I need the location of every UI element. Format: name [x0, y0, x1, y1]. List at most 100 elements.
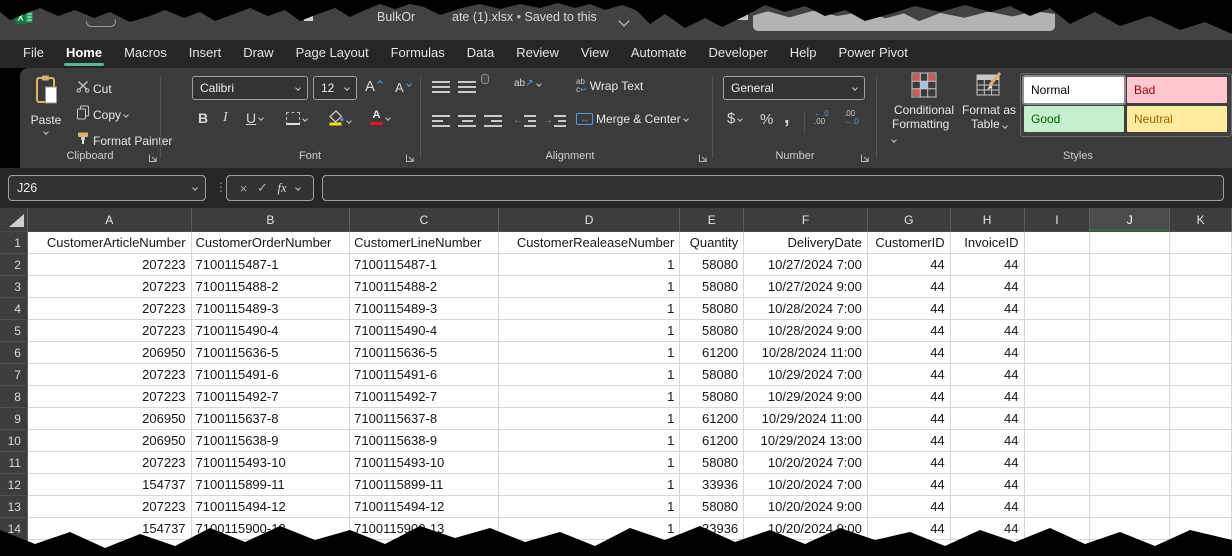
cut-button[interactable]: Cut	[76, 79, 112, 98]
increase-indent-button[interactable]: →	[544, 114, 566, 127]
cell-A14[interactable]: 154737	[28, 518, 192, 540]
cell-I4[interactable]	[1025, 298, 1091, 320]
cell-A4[interactable]: 207223	[28, 298, 192, 320]
cell-G5[interactable]: 44	[868, 320, 951, 342]
column-header-C[interactable]: C	[350, 208, 499, 232]
cell-I6[interactable]	[1025, 342, 1091, 364]
cell-G8[interactable]: 44	[868, 386, 951, 408]
cell-F12[interactable]: 10/20/2024 7:00	[744, 474, 868, 496]
cell-B7[interactable]: 7100115491-6	[192, 364, 351, 386]
cell-G13[interactable]: 44	[868, 496, 951, 518]
insert-function-icon[interactable]: fx	[278, 181, 287, 196]
format-painter-button[interactable]: Format Painter	[76, 131, 172, 150]
cell-A6[interactable]: 206950	[28, 342, 192, 364]
cell-B3[interactable]: 7100115488-2	[192, 276, 351, 298]
cell-G3[interactable]: 44	[868, 276, 951, 298]
cell-I12[interactable]	[1025, 474, 1091, 496]
percent-style-button[interactable]: %	[760, 111, 773, 128]
cell-A2[interactable]: 207223	[28, 254, 192, 276]
cell-F5[interactable]: 10/28/2024 9:00	[744, 320, 868, 342]
cell-J7[interactable]	[1090, 364, 1170, 386]
comma-style-button[interactable]: ,	[784, 106, 790, 129]
cancel-icon[interactable]: ×	[240, 181, 248, 196]
cell-B11[interactable]: 7100115493-10	[192, 452, 351, 474]
cell-H12[interactable]: 44	[951, 474, 1025, 496]
cell-C1[interactable]: CustomerLineNumber	[350, 232, 499, 254]
cell-B2[interactable]: 7100115487-1	[192, 254, 351, 276]
row-header-13[interactable]: 13	[0, 496, 28, 518]
cell-E5[interactable]: 58080	[680, 320, 744, 342]
cell-H7[interactable]: 44	[951, 364, 1025, 386]
tab-developer[interactable]: Developer	[697, 40, 778, 68]
formula-input[interactable]	[322, 175, 1224, 201]
cell-D7[interactable]: 1	[499, 364, 681, 386]
tab-insert[interactable]: Insert	[178, 40, 233, 68]
conditional-formatting-button[interactable]: Conditional Formatting	[892, 72, 956, 145]
cell-G9[interactable]: 44	[868, 408, 951, 430]
cell-H8[interactable]: 44	[951, 386, 1025, 408]
borders-button[interactable]	[286, 112, 307, 125]
column-header-D[interactable]: D	[499, 208, 681, 232]
autosave-toggle-fragment[interactable]	[86, 16, 116, 27]
shrink-font-button[interactable]: A	[395, 80, 411, 95]
cell-C6[interactable]: 7100115636-5	[350, 342, 499, 364]
cell-H9[interactable]: 44	[951, 408, 1025, 430]
cell-E7[interactable]: 58080	[680, 364, 744, 386]
tab-power-pivot[interactable]: Power Pivot	[827, 40, 918, 68]
cell-I5[interactable]	[1025, 320, 1091, 342]
cell-J12[interactable]	[1090, 474, 1170, 496]
paste-button[interactable]: Paste	[26, 74, 66, 154]
tab-automate[interactable]: Automate	[620, 40, 698, 68]
cell-H13[interactable]: 44	[951, 496, 1025, 518]
cell-J8[interactable]	[1090, 386, 1170, 408]
row-header-10[interactable]: 10	[0, 430, 28, 452]
cell-A3[interactable]: 207223	[28, 276, 192, 298]
cell-H3[interactable]: 44	[951, 276, 1025, 298]
italic-button[interactable]: I	[223, 110, 228, 126]
cell-C7[interactable]: 7100115491-6	[350, 364, 499, 386]
fx-chevron-down-icon[interactable]	[295, 185, 301, 191]
accounting-format-button[interactable]: $	[727, 110, 742, 127]
row-header-1[interactable]: 1	[0, 232, 28, 254]
cell-A10[interactable]: 206950	[28, 430, 192, 452]
decrease-decimal-button[interactable]: .00→.0	[844, 110, 859, 126]
cell-J4[interactable]	[1090, 298, 1170, 320]
cell-E8[interactable]: 58080	[680, 386, 744, 408]
cell-C8[interactable]: 7100115492-7	[350, 386, 499, 408]
cell-A13[interactable]: 207223	[28, 496, 192, 518]
column-header-I[interactable]: I	[1025, 208, 1091, 232]
cell-K9[interactable]	[1170, 408, 1232, 430]
cell-A7[interactable]: 207223	[28, 364, 192, 386]
cell-H6[interactable]: 44	[951, 342, 1025, 364]
cell-E12[interactable]: 33936	[680, 474, 744, 496]
row-header-8[interactable]: 8	[0, 386, 28, 408]
cell-D1[interactable]: CustomerRealeaseNumber	[499, 232, 681, 254]
cell-B8[interactable]: 7100115492-7	[192, 386, 351, 408]
format-as-table-button[interactable]: Format as Table	[960, 72, 1018, 131]
cell-K2[interactable]	[1170, 254, 1232, 276]
tab-home[interactable]: Home	[55, 40, 113, 68]
increase-decimal-button[interactable]: ←.0.00	[814, 110, 829, 126]
cell-D13[interactable]: 1	[499, 496, 681, 518]
column-header-J[interactable]: J	[1090, 208, 1170, 232]
cell-A11[interactable]: 207223	[28, 452, 192, 474]
cell-K8[interactable]	[1170, 386, 1232, 408]
cell-F10[interactable]: 10/29/2024 13:00	[744, 430, 868, 452]
cell-F1[interactable]: DeliveryDate	[744, 232, 868, 254]
cell-F9[interactable]: 10/29/2024 11:00	[744, 408, 868, 430]
cell-C13[interactable]: 7100115494-12	[350, 496, 499, 518]
fill-color-button[interactable]	[328, 110, 351, 131]
cell-K10[interactable]	[1170, 430, 1232, 452]
cell-K11[interactable]	[1170, 452, 1232, 474]
cell-G2[interactable]: 44	[868, 254, 951, 276]
underline-button[interactable]: U	[246, 110, 263, 126]
tab-macros[interactable]: Macros	[113, 40, 178, 68]
cell-G1[interactable]: CustomerID	[868, 232, 951, 254]
column-header-A[interactable]: A	[28, 208, 192, 232]
cell-B13[interactable]: 7100115494-12	[192, 496, 351, 518]
cell-D4[interactable]: 1	[499, 298, 681, 320]
cell-E9[interactable]: 61200	[680, 408, 744, 430]
cell-J3[interactable]	[1090, 276, 1170, 298]
row-header-9[interactable]: 9	[0, 408, 28, 430]
cell-style-neutral[interactable]: Neutral	[1127, 106, 1227, 132]
